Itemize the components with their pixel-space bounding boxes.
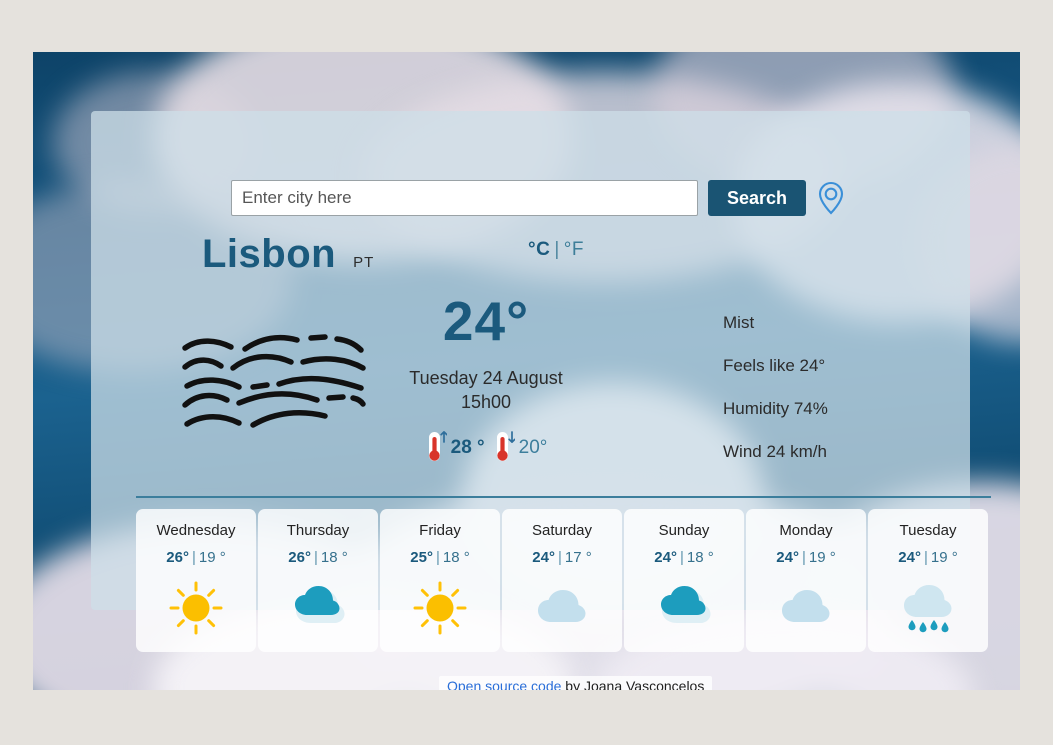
weather-app-panel: Search Lisbon PT °C|°F <box>91 111 991 652</box>
forecast-card-thursday[interactable]: Thursday 26° | 18 ° <box>258 509 378 652</box>
forecast-temps: 24° | 17 ° <box>532 549 591 566</box>
cloud-dark-icon <box>295 586 345 623</box>
page-title: Lisbon <box>202 232 337 276</box>
forecast-day: Friday <box>419 522 461 539</box>
current-weather-summary: 24° Tuesday 24 August 15h00 28 ° 20° <box>363 294 609 465</box>
country-code: PT <box>353 254 375 271</box>
forecast-separator: | <box>923 549 928 566</box>
forecast-separator: | <box>679 549 684 566</box>
forecast-temps: 24° | 18 ° <box>654 549 713 566</box>
forecast-day: Thursday <box>286 522 350 539</box>
open-source-link[interactable]: Open source code <box>447 678 561 690</box>
forecast-card-tuesday[interactable]: Tuesday 24° | 19 ° <box>868 509 988 652</box>
forecast-separator: | <box>557 549 562 566</box>
detail-condition: Mist <box>723 313 755 332</box>
high-temperature-group: 28 ° <box>425 430 485 465</box>
detail-humidity: Humidity 74% <box>723 399 828 418</box>
city-header: Lisbon PT <box>202 232 374 277</box>
search-button[interactable]: Search <box>708 180 807 216</box>
forecast-temps: 24° | 19 ° <box>776 549 835 566</box>
forecast-temps: 26° | 19 ° <box>166 549 225 566</box>
forecast-max: 24° <box>532 549 555 566</box>
forecast-card-sunday[interactable]: Sunday 24° | 18 ° <box>624 509 744 652</box>
unit-separator: | <box>554 239 560 260</box>
unit-toggle: °C | °F <box>528 239 584 261</box>
high-temperature: 28 ° <box>450 436 485 458</box>
forecast-separator: | <box>313 549 318 566</box>
forecast-day: Monday <box>779 522 833 539</box>
detail-feels-like: Feels like 24° <box>723 356 826 375</box>
rain-icon <box>904 585 952 633</box>
forecast-temps: 24° | 19 ° <box>898 549 957 566</box>
forecast-card-wednesday[interactable]: Wednesday 26° | 19 ° <box>136 509 256 652</box>
low-temperature: 20° <box>518 436 548 458</box>
forecast-min: 19 ° <box>808 549 836 566</box>
forecast-min: 19 ° <box>930 549 958 566</box>
forecast-min: 18 ° <box>442 549 470 566</box>
forecast-max: 26° <box>288 549 311 566</box>
forecast-max: 25° <box>410 549 433 566</box>
thermometer-up-icon <box>428 430 447 461</box>
forecast-separator: | <box>435 549 440 566</box>
detail-wind: Wind 24 km/h <box>723 442 827 461</box>
forecast-separator: | <box>191 549 196 566</box>
weather-details-list: Mist Feels like 24° Humidity 74% Wind 24… <box>723 313 828 462</box>
forecast-card-monday[interactable]: Monday 24° | 19 ° <box>746 509 866 652</box>
current-time: 15h00 <box>460 392 512 413</box>
forecast-min: 18 ° <box>320 549 348 566</box>
footer-credit: Open source code by Joana Vasconcelos <box>439 676 713 690</box>
forecast-temps: 26° | 18 ° <box>288 549 347 566</box>
cloud-light-icon <box>782 590 830 622</box>
forecast-strip: Wednesday 26°|19 ° Thursday 26°|18 ° <box>136 509 991 652</box>
forecast-min: 19 ° <box>198 549 226 566</box>
author-credit: by Joana Vasconcelos <box>561 678 705 690</box>
unit-celsius-button[interactable]: °C <box>528 239 550 260</box>
forecast-day: Wednesday <box>156 522 236 539</box>
search-bar: Search <box>231 180 846 216</box>
forecast-max: 24° <box>776 549 799 566</box>
min-max-row: 28 ° 20° <box>363 430 609 465</box>
forecast-temps: 25° | 18 ° <box>410 549 469 566</box>
current-temperature: 24° <box>442 290 530 352</box>
thermometer-down-icon <box>496 430 515 461</box>
sun-icon <box>413 581 467 635</box>
forecast-card-saturday[interactable]: Saturday 24° | 17 ° <box>502 509 622 652</box>
forecast-separator: | <box>801 549 806 566</box>
low-temperature-group: 20° <box>493 430 548 465</box>
location-pin-icon[interactable] <box>816 181 846 215</box>
forecast-max: 26° <box>166 549 189 566</box>
search-input[interactable] <box>231 180 698 216</box>
section-divider <box>136 496 991 498</box>
sky-photo-background: Search Lisbon PT °C|°F <box>33 52 1020 690</box>
current-date: Tuesday 24 August <box>409 368 563 388</box>
forecast-card-friday[interactable]: Friday 25° | 18 ° <box>380 509 500 652</box>
forecast-day: Tuesday <box>899 522 957 539</box>
forecast-day: Sunday <box>658 522 710 539</box>
forecast-max: 24° <box>898 549 921 566</box>
forecast-max: 24° <box>654 549 677 566</box>
sun-icon <box>169 581 223 635</box>
forecast-min: 18 ° <box>686 549 714 566</box>
unit-fahrenheit-button[interactable]: °F <box>564 239 584 260</box>
cloud-dark-icon <box>661 586 711 623</box>
forecast-day: Saturday <box>531 522 593 539</box>
cloud-light-icon <box>538 590 586 622</box>
mist-icon <box>182 334 366 428</box>
forecast-min: 17 ° <box>564 549 592 566</box>
